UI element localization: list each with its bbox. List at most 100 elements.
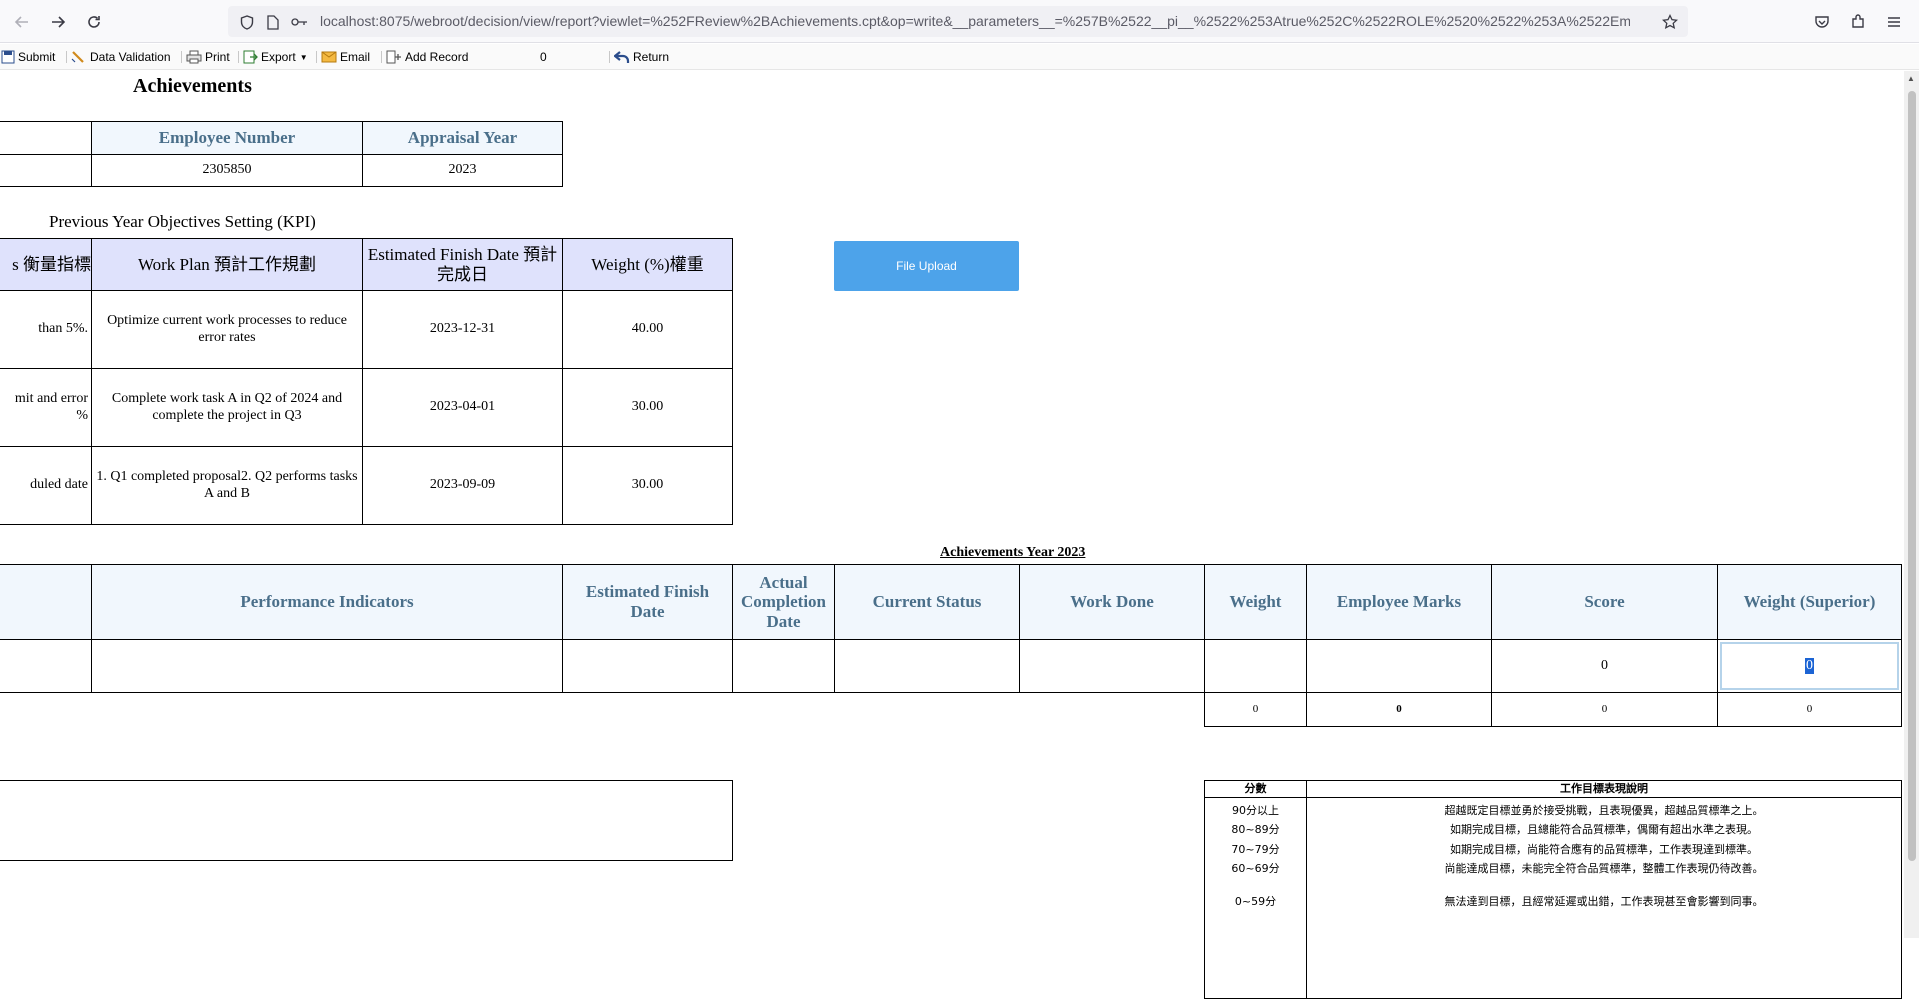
extensions-icon[interactable]: [1847, 11, 1869, 33]
ach-header-work-done: Work Done: [1019, 564, 1205, 640]
ach-cell-score[interactable]: 0: [1491, 639, 1718, 693]
report-toolbar: Submit Data Validation Print Export ▼ Em…: [0, 44, 1919, 70]
export-label: Export: [261, 50, 296, 64]
kpi-header-work-plan: Work Plan 預計工作規劃: [91, 238, 363, 291]
submit-label: Submit: [18, 50, 56, 64]
ach-cell-performance-indicators[interactable]: [91, 639, 563, 693]
ach-cell-employee-marks[interactable]: [1306, 639, 1492, 693]
envelope-icon: [321, 51, 337, 63]
add-record-button[interactable]: Add Record: [386, 49, 468, 65]
toolbar-divider: [609, 51, 610, 63]
kpi-row-1-work-plan: Optimize current work processes to reduc…: [91, 290, 363, 369]
toolbar-divider: [238, 51, 239, 63]
kpi-row-1-finish-date: 2023-12-31: [362, 290, 563, 369]
kpi-caption: Previous Year Objectives Setting (KPI): [49, 212, 316, 231]
kpi-row-1-indicator: than 5%.: [0, 290, 92, 369]
kpi-row-3-weight: 30.00: [562, 446, 733, 525]
kpi-row-3-work-plan: 1. Q1 completed proposal2. Q2 performs t…: [91, 446, 363, 525]
legend-header-description: 工作目標表現說明: [1306, 780, 1902, 798]
vertical-scrollbar[interactable]: ▲: [1904, 71, 1919, 938]
ach-header-performance-indicators: Performance Indicators: [91, 564, 563, 640]
print-label: Print: [205, 50, 230, 64]
active-cell-editor[interactable]: 0: [1720, 642, 1899, 690]
legend-desc-0: 無法達到目標，且經常延遲或出錯，工作表現甚至會影響到同事。: [1444, 895, 1764, 908]
ach-cell-weight-superior[interactable]: 0: [1717, 639, 1902, 693]
toolbar-divider: [181, 51, 182, 63]
file-upload-button[interactable]: File Upload: [834, 241, 1019, 291]
menu-icon[interactable]: [1883, 11, 1905, 33]
print-button[interactable]: Print: [186, 49, 230, 65]
pencil-check-icon: [71, 51, 84, 63]
return-button[interactable]: Return: [614, 49, 669, 65]
email-label: Email: [340, 50, 371, 64]
url-text[interactable]: localhost:8075/webroot/decision/view/rep…: [320, 13, 1630, 31]
ach-header-actual-completion-date: Actual Completion Date: [732, 564, 835, 640]
scrollbar-thumb[interactable]: [1908, 91, 1916, 861]
kpi-header-indicator: s 衡量指標: [0, 238, 92, 291]
total-weight: 0: [1204, 692, 1307, 727]
permissions-icon[interactable]: [290, 13, 308, 31]
ach-cell-work-done[interactable]: [1019, 639, 1205, 693]
reload-button[interactable]: [80, 8, 108, 36]
ach-header-current-status: Current Status: [834, 564, 1020, 640]
legend-range-90: 90分以上: [1232, 804, 1279, 817]
legend-desc-90: 超越既定目標並勇於接受挑戰，且表現優異，超越品質標準之上。: [1444, 804, 1764, 817]
legend-desc-80: 如期完成目標，且總能符合品質標準，偶爾有超出水準之表現。: [1450, 823, 1758, 836]
address-bar[interactable]: localhost:8075/webroot/decision/view/rep…: [228, 6, 1688, 37]
selected-value[interactable]: 0: [1805, 657, 1814, 675]
scroll-up-arrow-icon[interactable]: ▲: [1907, 74, 1915, 83]
arrow-right-icon: [52, 16, 66, 28]
ach-header-weight-superior: Weight (Superior): [1717, 564, 1902, 640]
page-icon[interactable]: [264, 13, 282, 31]
caret-down-icon: ▼: [299, 52, 308, 62]
ach-cell-actual-completion-date[interactable]: [732, 639, 835, 693]
report-title: Achievements: [133, 75, 252, 97]
legend-desc-60: 尚能達成目標，未能完全符合品質標準，整體工作表現仍待改善。: [1444, 862, 1764, 875]
bookmark-star-icon[interactable]: [1661, 13, 1679, 31]
ach-header-blank: [0, 564, 92, 640]
record-count: 0: [540, 50, 547, 64]
kpi-row-2-work-plan: Complete work task A in Q2 of 2024 and c…: [91, 368, 363, 447]
kpi-header-finish-date: Estimated Finish Date 預計完成日: [362, 238, 563, 291]
appraisal-year-header: Appraisal Year: [362, 121, 563, 155]
legend-desc-70: 如期完成目標，尚能符合應有的品質標準，工作表現達到標準。: [1450, 843, 1758, 856]
email-button[interactable]: Email: [321, 49, 370, 65]
employee-number-header: Employee Number: [91, 121, 363, 155]
back-button[interactable]: [8, 8, 36, 36]
ach-header-weight: Weight: [1204, 564, 1307, 640]
toolbar-divider: [66, 51, 67, 63]
export-button[interactable]: Export ▼: [243, 49, 308, 65]
ach-cell-current-status[interactable]: [834, 639, 1020, 693]
employee-number-value: 2305850: [91, 154, 363, 187]
browser-toolbar: localhost:8075/webroot/decision/view/rep…: [0, 0, 1919, 43]
data-validation-button[interactable]: Data Validation: [71, 49, 171, 65]
achievements-caption: Achievements Year 2023: [940, 545, 1086, 560]
arrow-left-icon: [14, 16, 28, 28]
reload-icon: [88, 16, 100, 28]
ach-cell-blank[interactable]: [0, 639, 92, 693]
pocket-icon[interactable]: [1811, 11, 1833, 33]
ach-header-score: Score: [1491, 564, 1718, 640]
submit-button[interactable]: Submit: [1, 49, 55, 65]
kpi-row-3-finish-date: 2023-09-09: [362, 446, 563, 525]
add-record-icon: [386, 50, 401, 64]
legend-range-0: 0~59分: [1234, 895, 1277, 908]
return-label: Return: [633, 50, 670, 64]
ach-header-estimated-finish-date: Estimated Finish Date: [562, 564, 733, 640]
info-header-blank: [0, 121, 92, 155]
kpi-row-3-indicator: duled date: [0, 446, 92, 525]
shield-icon[interactable]: [238, 13, 256, 31]
info-value-blank: [0, 154, 92, 187]
legend-range-70: 70~79分: [1231, 843, 1280, 856]
save-icon: [1, 50, 15, 64]
kpi-row-2-indicator: mit and error %: [0, 368, 92, 447]
data-validation-label: Data Validation: [90, 50, 171, 64]
forward-button[interactable]: [44, 8, 72, 36]
appraisal-year-value: 2023: [362, 154, 563, 187]
printer-icon: [186, 50, 202, 64]
legend-range-80: 80~89分: [1231, 823, 1280, 836]
comment-box[interactable]: [0, 780, 733, 861]
total-weight-superior: 0: [1717, 692, 1902, 727]
ach-cell-estimated-finish-date[interactable]: [562, 639, 733, 693]
ach-cell-weight[interactable]: [1204, 639, 1307, 693]
